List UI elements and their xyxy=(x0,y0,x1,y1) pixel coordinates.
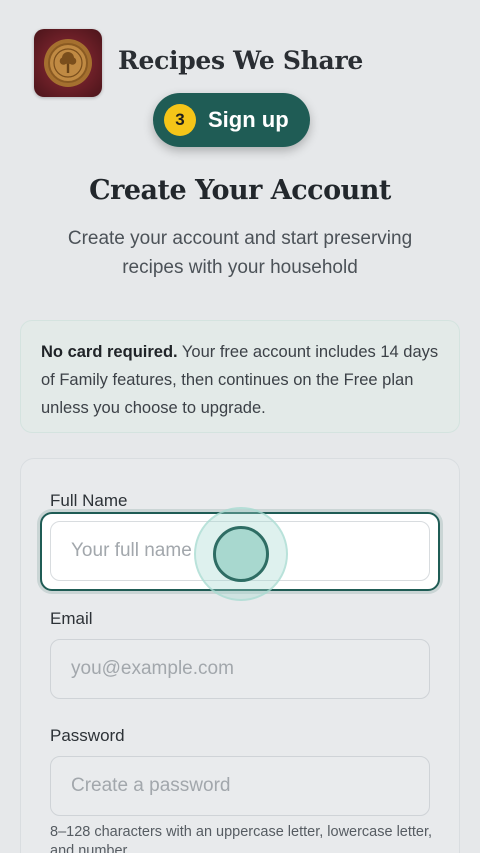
step-indicator: 3 Sign up xyxy=(153,93,310,147)
app-logo xyxy=(34,29,102,97)
brand-name: Recipes We Share xyxy=(118,46,363,75)
password-input[interactable] xyxy=(50,756,430,816)
step-number-badge: 3 xyxy=(164,104,196,136)
tree-seal-icon xyxy=(44,39,92,87)
email-input[interactable] xyxy=(50,639,430,699)
page-subtitle: Create your account and start preserving… xyxy=(67,228,413,278)
email-label: Email xyxy=(50,609,93,628)
full-name-label: Full Name xyxy=(50,491,128,510)
signup-page: Recipes We Share 3 Sign up Create Your A… xyxy=(0,0,480,853)
page-title: Create Your Account xyxy=(89,175,391,206)
password-hint: 8–128 characters with an uppercase lette… xyxy=(50,824,433,853)
touch-indicator-dot xyxy=(213,526,269,582)
password-label: Password xyxy=(50,726,125,745)
trial-notice: No card required. Your free account incl… xyxy=(20,320,460,433)
notice-bold: No card required. xyxy=(41,343,178,361)
step-label: Sign up xyxy=(208,107,289,132)
